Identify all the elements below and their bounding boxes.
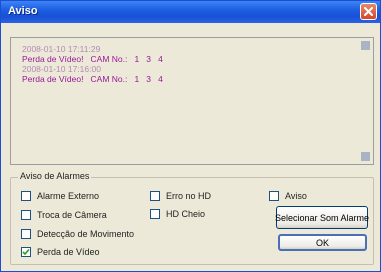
log-message: Perda de Vídeo! CAM No.: 1 3 4: [22, 74, 163, 84]
select-alarm-sound-button[interactable]: Selecionar Som Alarme: [275, 206, 369, 229]
log-timestamp: 2008-01-10 17:16:00: [22, 64, 101, 74]
checkbox-box[interactable]: [150, 191, 160, 201]
group-label: Aviso de Alarmes: [18, 171, 92, 181]
checkbox-aviso[interactable]: Aviso: [269, 190, 307, 202]
log-lines: 2008-01-10 17:11:29 Perda de Vídeo! CAM …: [22, 44, 163, 84]
close-button[interactable]: [360, 3, 377, 20]
log-message: Perda de Vídeo! CAM No.: 1 3 4: [22, 54, 163, 64]
checkbox-hd-cheio[interactable]: HD Cheio: [150, 208, 205, 220]
title-bar[interactable]: Aviso: [1, 1, 380, 23]
alarm-settings-group: Aviso de Alarmes Alarme Externo Troca de…: [10, 171, 374, 265]
ok-button[interactable]: OK: [278, 234, 367, 251]
checkbox-box[interactable]: [21, 210, 31, 220]
alert-log[interactable]: 2008-01-10 17:11:29 Perda de Vídeo! CAM …: [10, 37, 374, 165]
log-timestamp: 2008-01-10 17:11:29: [22, 44, 101, 54]
window-title: Aviso: [8, 5, 38, 17]
checkbox-box[interactable]: [269, 191, 279, 201]
checkbox-box[interactable]: [21, 229, 31, 239]
checkbox-box[interactable]: [21, 191, 31, 201]
aviso-dialog: Aviso 2008-01-10 17:11:29 Perda de Vídeo…: [0, 0, 381, 272]
checkbox-label: Perda de Vídeo: [37, 247, 100, 257]
checkbox-label: Alarme Externo: [37, 191, 100, 201]
checkbox-erro-hd[interactable]: Erro no HD: [150, 190, 211, 202]
scroll-down-arrow[interactable]: [361, 152, 370, 161]
checkbox-label: HD Cheio: [166, 209, 206, 219]
checkbox-box[interactable]: [21, 247, 31, 257]
log-scrollbar[interactable]: [361, 41, 370, 161]
checkbox-label: Detecção de Movimento: [37, 229, 135, 239]
close-icon: [364, 7, 373, 16]
checkbox-perda-video[interactable]: Perda de Vídeo: [21, 246, 100, 258]
checkbox-troca-camera[interactable]: Troca de Câmera: [21, 209, 107, 221]
checkbox-alarme-externo[interactable]: Alarme Externo: [21, 190, 99, 202]
checkbox-label: Aviso: [285, 191, 307, 201]
scroll-up-arrow[interactable]: [361, 41, 370, 50]
checkbox-box[interactable]: [150, 209, 160, 219]
checkmark-icon: [22, 248, 30, 256]
checkbox-label: Erro no HD: [166, 191, 212, 201]
checkbox-label: Troca de Câmera: [37, 210, 107, 220]
checkbox-deteccao-movimento[interactable]: Detecção de Movimento: [21, 228, 134, 240]
